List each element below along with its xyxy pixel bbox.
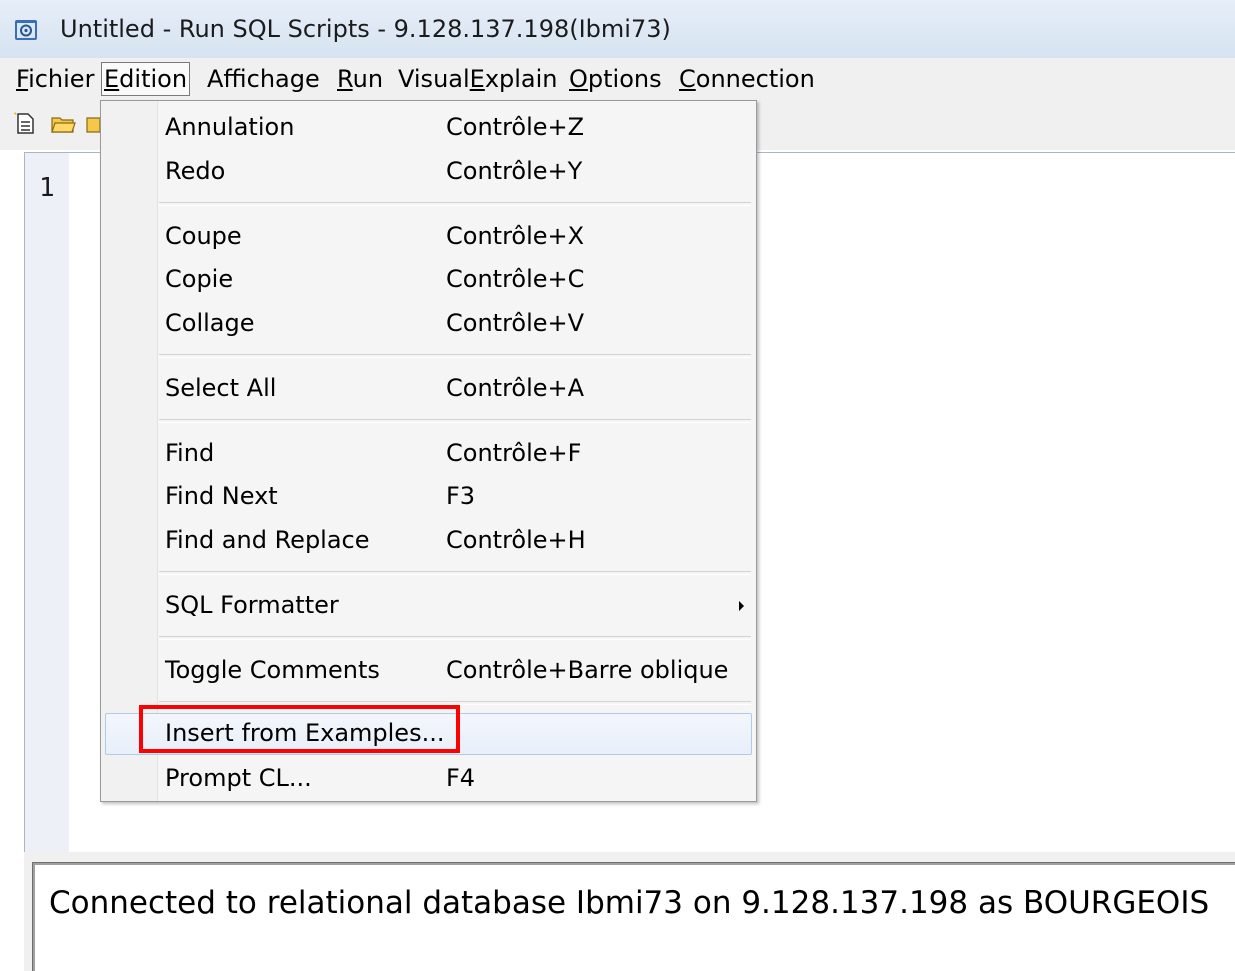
menu-item-label: Coupe (165, 222, 242, 250)
menu-item-find-next[interactable]: Find Next F3 (101, 476, 756, 516)
run-sql-scripts-window: Untitled - Run SQL Scripts - 9.128.137.1… (0, 0, 1235, 971)
edition-menu-dropdown: Annulation Contrôle+Z Redo Contrôle+Y Co… (100, 100, 757, 802)
menu-item-label: Find and Replace (165, 526, 370, 554)
app-icon (15, 20, 37, 40)
menu-item-toggle-comments[interactable]: Toggle Comments Contrôle+Barre oblique (101, 650, 756, 690)
menu-item-select-all[interactable]: Select All Contrôle+A (101, 368, 756, 408)
menu-separator (159, 202, 751, 206)
menu-item-label: Select All (165, 374, 277, 402)
menu-item-label: Prompt CL... (165, 764, 312, 792)
menu-item-redo[interactable]: Redo Contrôle+Y (101, 151, 756, 191)
save-icon[interactable] (86, 110, 100, 136)
menu-item-label: Collage (165, 309, 255, 337)
menu-separator (159, 354, 751, 358)
menu-item-shortcut: F3 (446, 482, 476, 510)
line-number: 1 (39, 173, 55, 203)
menu-affichage[interactable]: Affichage (205, 63, 322, 95)
status-message: Connected to relational database Ibmi73 … (49, 885, 1210, 921)
menu-separator (159, 419, 751, 423)
menu-edition[interactable]: Edition (101, 62, 191, 96)
menu-item-find-and-replace[interactable]: Find and Replace Contrôle+H (101, 520, 756, 560)
menu-item-label: SQL Formatter (165, 591, 339, 619)
menu-options[interactable]: Options (567, 63, 664, 95)
menu-item-shortcut: Contrôle+V (446, 309, 585, 337)
menu-item-label: Annulation (165, 113, 295, 141)
menu-item-shortcut: Contrôle+H (446, 526, 586, 554)
menu-item-collage[interactable]: Collage Contrôle+V (101, 303, 756, 343)
menu-item-shortcut: Contrôle+F (446, 439, 582, 467)
open-folder-icon[interactable] (50, 110, 76, 136)
menu-item-shortcut: Contrôle+Z (446, 113, 585, 141)
menu-item-label: Find (165, 439, 215, 467)
menu-item-label: Find Next (165, 482, 278, 510)
menu-item-find[interactable]: Find Contrôle+F (101, 433, 756, 473)
new-script-icon[interactable] (12, 110, 38, 136)
menu-item-shortcut: Contrôle+C (446, 265, 585, 293)
message-panel[interactable]: Connected to relational database Ibmi73 … (32, 862, 1235, 971)
menu-item-label: Toggle Comments (165, 656, 380, 684)
title-bar[interactable]: Untitled - Run SQL Scripts - 9.128.137.1… (0, 0, 1235, 59)
menu-item-label: Redo (165, 157, 226, 185)
message-area: Connected to relational database Ibmi73 … (24, 852, 1235, 971)
menu-connection[interactable]: Connection (677, 63, 817, 95)
menu-fichier[interactable]: Fichier (14, 63, 96, 95)
menu-item-prompt-cl[interactable]: Prompt CL... F4 (101, 758, 756, 798)
menu-item-shortcut: Contrôle+Barre oblique (446, 656, 729, 684)
menu-item-copie[interactable]: Copie Contrôle+C (101, 259, 756, 299)
menu-item-coupe[interactable]: Coupe Contrôle+X (101, 216, 756, 256)
menu-item-sql-formatter[interactable]: SQL Formatter (101, 585, 756, 625)
menu-item-shortcut: F4 (446, 764, 476, 792)
menu-separator (159, 636, 751, 640)
menu-item-label: Copie (165, 265, 234, 293)
menu-visualexplain[interactable]: VisualExplain (396, 63, 560, 95)
submenu-arrow-icon (739, 601, 744, 611)
highlight-annotation (139, 705, 460, 753)
menu-separator (159, 571, 751, 575)
menu-item-annulation[interactable]: Annulation Contrôle+Z (101, 107, 756, 147)
menu-item-shortcut: Contrôle+X (446, 222, 585, 250)
line-number-gutter: 1 (25, 153, 69, 853)
menu-run[interactable]: Run (335, 63, 385, 95)
menu-bar: Fichier Edition Affichage Run VisualExpl… (0, 58, 1235, 100)
window-title: Untitled - Run SQL Scripts - 9.128.137.1… (60, 15, 671, 43)
menu-item-shortcut: Contrôle+Y (446, 157, 583, 185)
menu-item-shortcut: Contrôle+A (446, 374, 585, 402)
